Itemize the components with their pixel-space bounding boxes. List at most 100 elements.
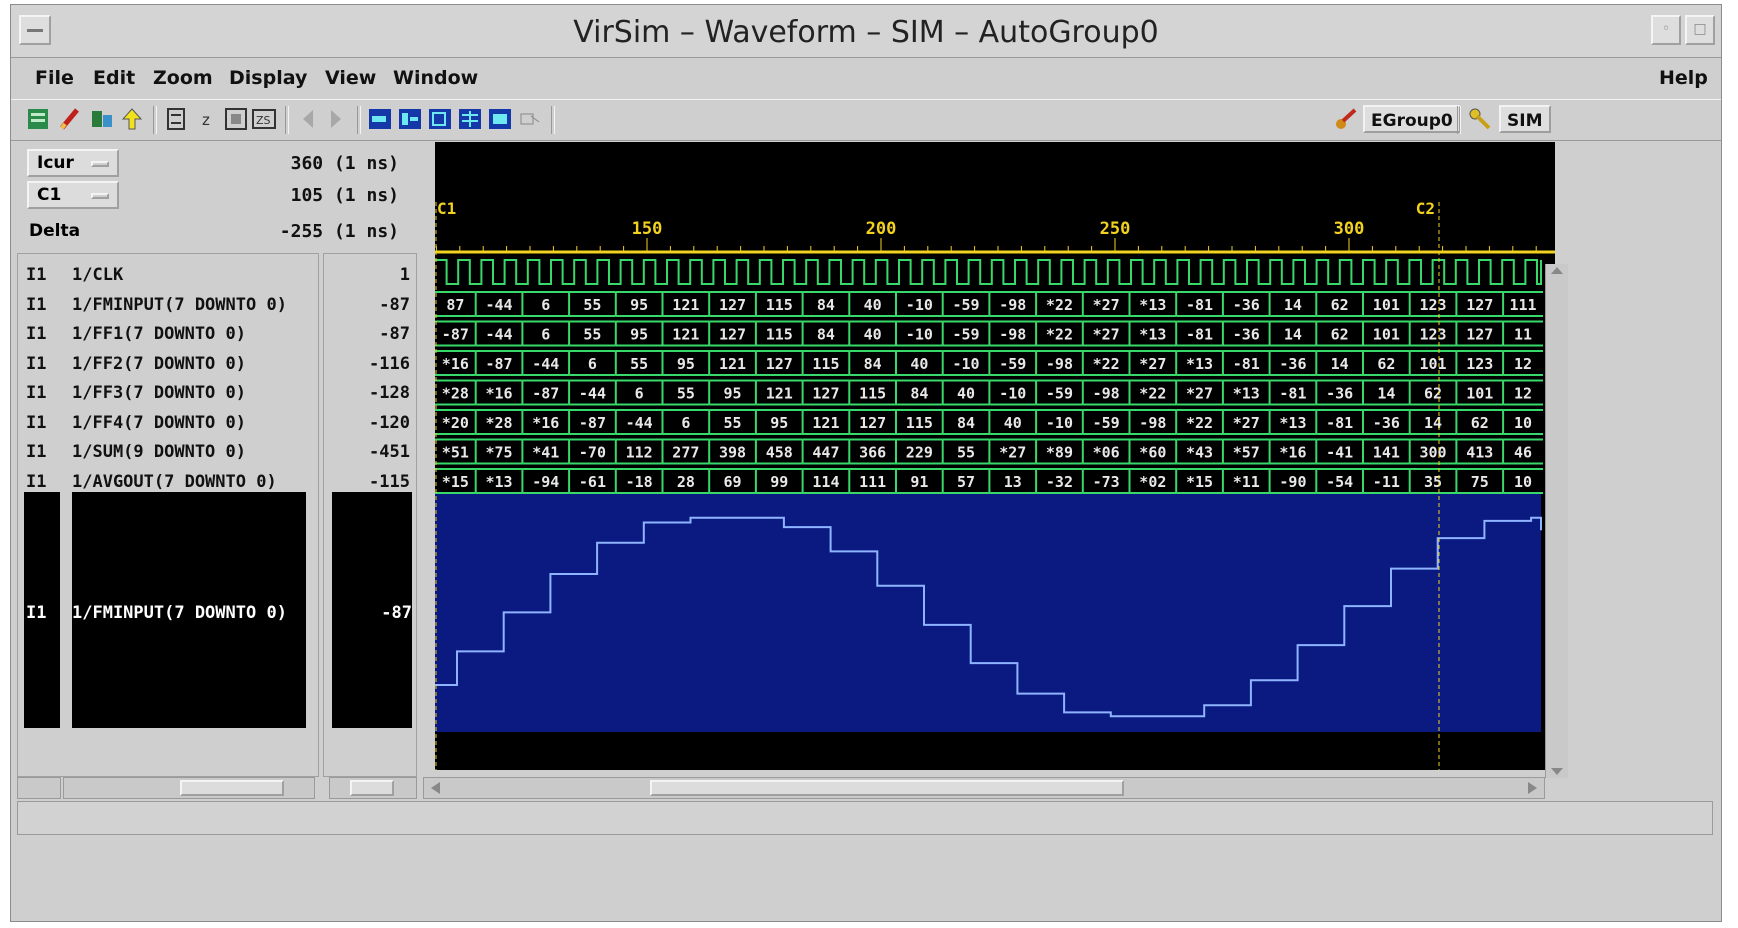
bus-value: 6 [635, 385, 644, 403]
window-title: VirSim – Waveform – SIM – AutoGroup0 [573, 15, 1159, 50]
bus-value: -10 [953, 355, 980, 373]
scroll-thumb[interactable] [180, 780, 284, 796]
menu-edit[interactable]: Edit [93, 67, 135, 89]
bus-value: -36 [1326, 385, 1353, 403]
signal-name[interactable]: 1/FF2(7 DOWNTO 0) [72, 349, 246, 379]
zoom-out-icon[interactable]: z [195, 106, 221, 132]
bus-value: -98 [999, 296, 1026, 314]
signal-name[interactable]: 1/FMINPUT(7 DOWNTO 0) [72, 290, 287, 320]
bus-value: 55 [583, 326, 601, 344]
edge-next-icon[interactable] [397, 106, 423, 132]
menu-bar: File Edit Zoom Display View Window Help [11, 59, 1721, 95]
sim-button[interactable]: SIM [1499, 105, 1551, 133]
cursor-select-icur[interactable]: Icur [27, 149, 119, 177]
bus-value: 112 [626, 444, 653, 462]
bus-value: -36 [1279, 355, 1306, 373]
signal-name[interactable]: 1/FF1(7 DOWNTO 0) [72, 319, 246, 349]
bus-value: 114 [812, 473, 839, 491]
scroll-thumb[interactable] [350, 780, 394, 796]
menu-display[interactable]: Display [229, 67, 307, 89]
marker-icon[interactable] [487, 106, 513, 132]
zoom-full-icon[interactable]: ZS [251, 106, 277, 132]
trace-icon[interactable] [89, 106, 115, 132]
bus-value: 413 [1466, 444, 1493, 462]
scroll-left-icon[interactable] [295, 106, 321, 132]
bus-value: 55 [677, 385, 695, 403]
cursor-c2-label: C2 [1416, 199, 1435, 218]
bus-value: 111 [859, 473, 886, 491]
small-window-icon[interactable] [517, 106, 543, 132]
bus-value: *27 [999, 444, 1026, 462]
ruler-tick-label: 300 [1334, 219, 1365, 239]
bus-value: 62 [1377, 355, 1395, 373]
menu-zoom[interactable]: Zoom [153, 67, 213, 89]
edge-prev-icon[interactable] [367, 106, 393, 132]
bus-value: -10 [906, 296, 933, 314]
maximize-button[interactable]: □ [1685, 15, 1715, 45]
signal-name[interactable]: 1/FF3(7 DOWNTO 0) [72, 378, 246, 408]
signal-value-pane: 1 -87 -87 -116 -128 -120 -451 -115 -87 [323, 253, 417, 777]
search-next-icon[interactable] [457, 106, 483, 132]
vertical-scrollbar[interactable] [1545, 264, 1568, 778]
waveform-canvas[interactable]: 150 200 250 300 C1 C2 87 -44 6 55 95 121 127 115 84 40 -… [435, 142, 1555, 770]
signal-name[interactable]: 1/FF4(7 DOWNTO 0) [72, 408, 246, 438]
bus-value: 87 [446, 296, 464, 314]
signal-name[interactable]: 1/SUM(9 DOWNTO 0) [72, 437, 246, 467]
zoom-in-icon[interactable] [163, 106, 189, 132]
up-arrow-icon[interactable] [119, 106, 145, 132]
bus-value: -61 [579, 473, 606, 491]
name-pane-scrollbar[interactable] [63, 777, 315, 799]
value-pane-scrollbar[interactable] [329, 777, 417, 799]
scroll-right-icon[interactable] [323, 106, 349, 132]
hierarchy-icon[interactable] [25, 106, 51, 132]
menu-file[interactable]: File [35, 67, 74, 89]
signal-prefix: I1 [26, 353, 47, 374]
bus-value: 14 [1284, 296, 1302, 314]
analog-signal-name[interactable]: 1/FMINPUT(7 DOWNTO 0) [72, 598, 287, 628]
bus-value: -70 [579, 444, 606, 462]
scroll-thumb[interactable] [650, 780, 1124, 796]
minimize-button[interactable]: ◦ [1651, 15, 1681, 45]
bus-value: *16 [442, 355, 469, 373]
bus-value: 111 [1510, 296, 1537, 314]
bus-value: -59 [1046, 385, 1073, 403]
bus-value: -90 [1279, 473, 1306, 491]
bus-value: *13 [1186, 355, 1213, 373]
zoom-fit-icon[interactable] [223, 106, 249, 132]
signal-value: -120 [369, 412, 410, 433]
bus-value: *43 [1186, 444, 1213, 462]
bus-value: 69 [724, 473, 742, 491]
bus-value: 62 [1331, 326, 1349, 344]
svg-text:ZS: ZS [256, 114, 271, 127]
menu-window[interactable]: Window [393, 67, 478, 89]
menu-help[interactable]: Help [1659, 67, 1708, 89]
signal-value: -87 [379, 294, 410, 315]
bus-value: -81 [1326, 414, 1353, 432]
bus-value: -10 [999, 385, 1026, 403]
signal-value: 1 [399, 265, 410, 285]
title-bar: VirSim – Waveform – SIM – AutoGroup0 ◦ □ [11, 5, 1721, 58]
group-button[interactable]: EGroup0 [1363, 105, 1461, 133]
bus-value: *22 [1046, 326, 1073, 344]
bus-value: -36 [1233, 296, 1260, 314]
bus-value: 458 [766, 444, 793, 462]
waveform-scrollbar[interactable] [423, 777, 1545, 799]
sim-link-icon [1467, 106, 1493, 132]
signal-name[interactable]: 1/CLK [72, 260, 123, 290]
menu-view[interactable]: View [325, 67, 376, 89]
bus-value: 127 [812, 385, 839, 403]
application-window: VirSim – Waveform – SIM – AutoGroup0 ◦ □… [10, 4, 1722, 922]
bus-value: *27 [1139, 355, 1166, 373]
bus-value: 40 [864, 296, 882, 314]
toolbar-separator [153, 106, 157, 134]
search-prev-icon[interactable] [427, 106, 453, 132]
bus-value: 101 [1373, 296, 1400, 314]
status-bar [17, 801, 1713, 835]
bus-value: 127 [1466, 326, 1493, 344]
bus-value: -87 [486, 355, 513, 373]
signal-value: -116 [369, 353, 410, 374]
bus-value: 127 [719, 326, 746, 344]
cursor-select-c1[interactable]: C1 [27, 181, 119, 209]
signal-prefix: I1 [26, 294, 47, 315]
pen-icon[interactable] [57, 106, 83, 132]
